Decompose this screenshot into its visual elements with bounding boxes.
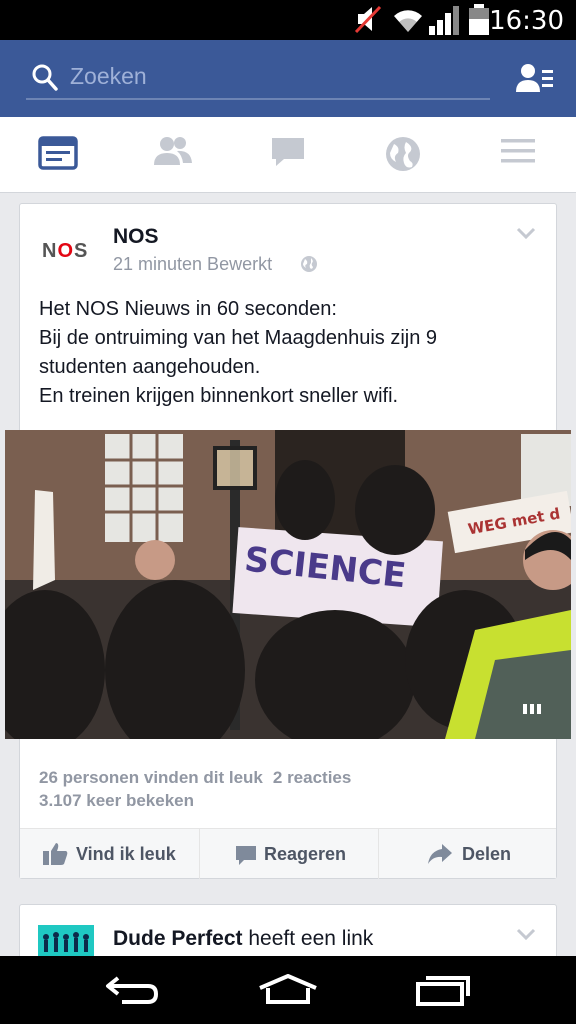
tab-more[interactable] bbox=[500, 135, 540, 175]
chat-icon bbox=[272, 138, 304, 166]
system-nav-bar bbox=[0, 956, 576, 1024]
post-text-line: Het NOS Nieuws in 60 seconden: bbox=[39, 298, 337, 320]
video-player[interactable]: SCIENCE WEG met d bbox=[5, 430, 571, 739]
search-placeholder: Zoeken bbox=[70, 63, 147, 89]
post-actions: Vind ik leuk Reageren Delen bbox=[20, 828, 557, 879]
share-button[interactable]: Delen bbox=[378, 829, 557, 879]
comments-count[interactable]: 2 reacties bbox=[273, 768, 351, 787]
tab-friend-requests[interactable] bbox=[153, 135, 193, 175]
tab-bar bbox=[0, 117, 576, 193]
video-indicator-icon bbox=[523, 704, 541, 714]
signal-icon bbox=[428, 4, 462, 41]
back-icon[interactable] bbox=[104, 974, 160, 1011]
comment-label: Reageren bbox=[264, 844, 347, 864]
search-icon bbox=[32, 64, 58, 97]
friends-icon bbox=[154, 137, 192, 165]
tab-news-feed[interactable] bbox=[38, 135, 78, 175]
views-count: 3.107 keer bekeken bbox=[39, 791, 195, 810]
dude-perfect-avatar[interactable] bbox=[38, 925, 94, 959]
battery-icon bbox=[468, 4, 490, 41]
post2-headline: Dude Perfect heeft een link bbox=[113, 927, 374, 950]
like-label: Vind ik leuk bbox=[76, 844, 176, 864]
post-stats: 26 personen vinden dit leuk 2 reacties 3.… bbox=[39, 766, 361, 812]
search-header: Zoeken bbox=[0, 40, 576, 117]
comment-icon bbox=[235, 845, 257, 872]
search-input[interactable]: Zoeken bbox=[26, 60, 490, 100]
mute-icon bbox=[354, 4, 382, 39]
comment-button[interactable]: Reageren bbox=[199, 829, 378, 879]
likes-count[interactable]: 26 personen vinden dit leuk bbox=[39, 768, 263, 787]
clock: 16:30 bbox=[489, 6, 564, 36]
public-globe-icon bbox=[300, 255, 318, 278]
share-label: Delen bbox=[462, 844, 512, 864]
post2-author[interactable]: Dude Perfect bbox=[113, 927, 243, 950]
thumbs-up-icon bbox=[42, 842, 68, 871]
like-button[interactable]: Vind ik leuk bbox=[20, 829, 199, 879]
share-icon bbox=[427, 843, 453, 870]
post-text: Het NOS Nieuws in 60 seconden: Bij de on… bbox=[39, 295, 539, 411]
post-text-line: studenten aangehouden. bbox=[39, 356, 261, 378]
friend-requests-icon[interactable] bbox=[516, 62, 554, 96]
post-text-line: Bij de ontruiming van het Maagdenhuis zi… bbox=[39, 327, 438, 349]
nos-logo[interactable]: NOS bbox=[42, 240, 88, 263]
tab-notifications[interactable] bbox=[384, 135, 424, 175]
menu-icon bbox=[501, 139, 535, 163]
home-icon[interactable] bbox=[256, 974, 320, 1011]
post-author[interactable]: NOS bbox=[113, 225, 159, 249]
recent-apps-icon[interactable] bbox=[414, 974, 472, 1011]
chevron-down-icon[interactable] bbox=[516, 927, 536, 945]
newsfeed-icon bbox=[38, 136, 78, 170]
tab-messages[interactable] bbox=[270, 135, 310, 175]
status-bar: 16:30 bbox=[0, 0, 576, 40]
chevron-down-icon[interactable] bbox=[516, 226, 536, 244]
wifi-icon bbox=[390, 4, 426, 39]
post-meta[interactable]: 21 minuten Bewerkt bbox=[113, 254, 272, 275]
globe-icon bbox=[386, 137, 420, 171]
post-text-line: En treinen krijgen binnenkort sneller wi… bbox=[39, 385, 399, 407]
